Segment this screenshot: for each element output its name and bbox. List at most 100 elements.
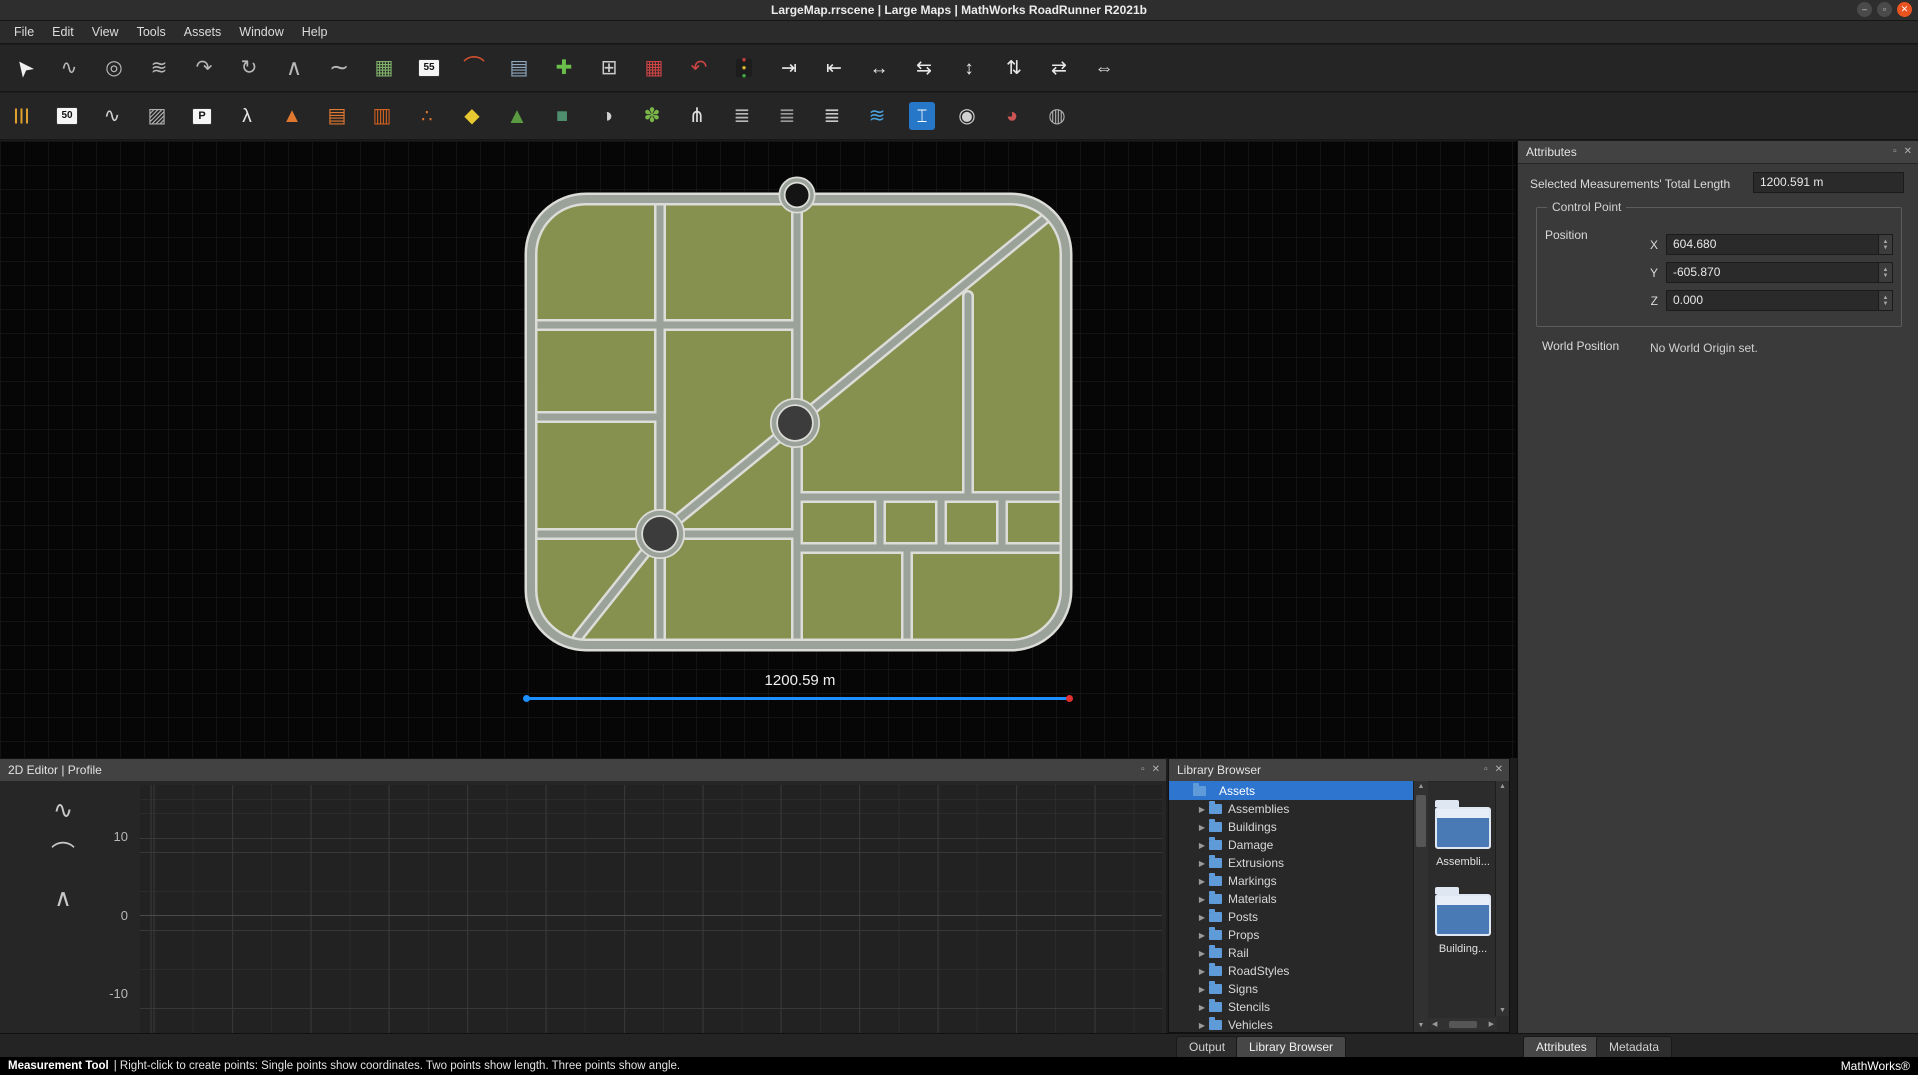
tree-item-extrusions[interactable]: ▶ Extrusions bbox=[1169, 854, 1413, 872]
traffic-cone-prop-icon[interactable]: ▲ bbox=[275, 99, 309, 133]
float-panel-icon[interactable]: ▫ bbox=[1484, 759, 1488, 781]
expander-icon[interactable]: ▶ bbox=[1195, 949, 1209, 958]
menu-window[interactable]: Window bbox=[230, 21, 292, 44]
scroll-left-icon[interactable]: ◀ bbox=[1432, 1020, 1437, 1028]
junction-carve-tool-icon[interactable]: ↶ bbox=[682, 51, 716, 85]
lighting-tool-icon[interactable]: ◑ bbox=[590, 99, 624, 133]
expander-icon[interactable]: ▶ bbox=[1195, 985, 1209, 994]
vegetation-tool-icon[interactable]: ✽ bbox=[635, 99, 669, 133]
thumbnails-horizontal-scrollbar[interactable]: ◀ ▶ bbox=[1429, 1018, 1497, 1030]
junction-select-tool-icon[interactable]: ⊞ bbox=[592, 51, 626, 85]
barrier-prop-icon[interactable]: ▤ bbox=[320, 99, 354, 133]
lane-split-tool-icon[interactable]: ⇅ bbox=[997, 51, 1031, 85]
tree-item-materials[interactable]: ▶ Materials bbox=[1169, 890, 1413, 908]
total-length-input[interactable]: 1200.591 m bbox=[1753, 172, 1904, 193]
spinner-control[interactable]: ▲ ▼ bbox=[1878, 235, 1892, 254]
scrollbar-thumb[interactable] bbox=[1416, 795, 1426, 847]
tab-attributes[interactable]: Attributes bbox=[1523, 1036, 1600, 1058]
surface-layer-icon[interactable]: ≣ bbox=[815, 99, 849, 133]
overlap-layer-icon[interactable]: ≣ bbox=[770, 99, 804, 133]
lane-remove-tool-icon[interactable]: ⇤ bbox=[817, 51, 851, 85]
warning-sign-prop-icon[interactable]: ◆ bbox=[455, 99, 489, 133]
measurement-start-point[interactable] bbox=[523, 695, 530, 702]
speed-limit-55-sign-icon[interactable]: 55 bbox=[412, 51, 446, 85]
speed-limit-50-sign-icon[interactable]: 50 bbox=[50, 99, 84, 133]
spin-down-icon[interactable]: ▼ bbox=[1883, 301, 1889, 307]
expander-icon[interactable]: ▶ bbox=[1195, 841, 1209, 850]
thumbnails-vertical-scrollbar[interactable]: ▲ ▼ bbox=[1495, 781, 1509, 1016]
tree-item-markings[interactable]: ▶ Markings bbox=[1169, 872, 1413, 890]
tree-vertical-scrollbar[interactable]: ▲ ▼ bbox=[1413, 781, 1428, 1032]
crosswalk-person-tool-icon[interactable]: λ bbox=[230, 99, 264, 133]
position-x-field[interactable]: 604.680 ▲ ▼ bbox=[1666, 234, 1893, 255]
menu-view[interactable]: View bbox=[83, 21, 128, 44]
tree-item-assemblies[interactable]: ▶ Assemblies bbox=[1169, 800, 1413, 818]
signal-tool-icon[interactable]: ● bbox=[727, 51, 761, 85]
lane-width-tool-icon[interactable]: ↔ bbox=[862, 51, 896, 85]
spin-down-icon[interactable]: ▼ bbox=[1883, 273, 1889, 279]
profile-plot-area[interactable] bbox=[140, 785, 1162, 1033]
tree-item-stencils[interactable]: ▶ Stencils bbox=[1169, 998, 1413, 1016]
menu-file[interactable]: File bbox=[5, 21, 43, 44]
tree-item-buildings[interactable]: ▶ Buildings bbox=[1169, 818, 1413, 836]
scene-export-icon[interactable]: ◍ bbox=[1040, 99, 1074, 133]
material-tool-icon[interactable]: ■ bbox=[545, 99, 579, 133]
close-panel-icon[interactable]: ✕ bbox=[1152, 759, 1160, 781]
float-panel-icon[interactable]: ▫ bbox=[1893, 141, 1897, 163]
menu-help[interactable]: Help bbox=[293, 21, 337, 44]
expander-icon[interactable]: ▶ bbox=[1195, 1003, 1209, 1012]
parking-tool-icon[interactable]: P bbox=[185, 99, 219, 133]
float-panel-icon[interactable]: ▫ bbox=[1141, 759, 1145, 781]
spin-down-icon[interactable]: ▼ bbox=[1883, 245, 1889, 251]
tab-output[interactable]: Output bbox=[1176, 1036, 1238, 1058]
scroll-up-icon[interactable]: ▲ bbox=[1496, 781, 1509, 792]
lane-heal-tool-icon[interactable]: ⇔ bbox=[1087, 51, 1121, 85]
tree-item-vehicles[interactable]: ▶ Vehicles bbox=[1169, 1016, 1413, 1032]
lane-add-tool-icon[interactable]: ⇥ bbox=[772, 51, 806, 85]
scrollbar-thumb[interactable] bbox=[1449, 1021, 1477, 1028]
tree-item-posts[interactable]: ▶ Posts bbox=[1169, 908, 1413, 926]
grade-tool-icon[interactable]: ∼ bbox=[322, 51, 356, 85]
dock-grip-icon[interactable]: ||| bbox=[5, 99, 39, 133]
junction-surface-tool-icon[interactable]: ✚ bbox=[547, 51, 581, 85]
scroll-right-icon[interactable]: ▶ bbox=[1489, 1020, 1494, 1028]
road-plan-tool-icon[interactable]: ∿ bbox=[52, 51, 86, 85]
lane-offset-tool-icon[interactable]: ⇆ bbox=[907, 51, 941, 85]
scroll-down-icon[interactable]: ▼ bbox=[1496, 1005, 1509, 1016]
scene-viewport[interactable]: 1200.59 m bbox=[0, 141, 1517, 758]
measurement-end-point[interactable] bbox=[1066, 695, 1073, 702]
water-tool-icon[interactable]: ≋ bbox=[860, 99, 894, 133]
scroll-up-icon[interactable]: ▲ bbox=[1414, 781, 1428, 793]
expander-icon[interactable]: ▶ bbox=[1195, 931, 1209, 940]
expander-icon[interactable]: ▶ bbox=[1195, 877, 1209, 886]
expander-icon[interactable]: ▶ bbox=[1195, 967, 1209, 976]
measurement-tool-icon[interactable]: ⌶ bbox=[905, 99, 939, 133]
profile-spline-tool-icon[interactable]: ∿ bbox=[48, 799, 78, 823]
position-y-field[interactable]: -605.870 ▲ ▼ bbox=[1666, 262, 1893, 283]
tree-item-roadstyles[interactable]: ▶ RoadStyles bbox=[1169, 962, 1413, 980]
thumbnail-assemblies[interactable]: Assembli... bbox=[1435, 797, 1491, 868]
custom-junction-tool-icon[interactable]: ▦ bbox=[637, 51, 671, 85]
lane-curve-tool-icon[interactable]: ↷ bbox=[187, 51, 221, 85]
expander-icon[interactable]: ▶ bbox=[1195, 805, 1209, 814]
tree-item-assets[interactable]: Assets bbox=[1169, 781, 1413, 800]
region-hatch-tool-icon[interactable]: ▨ bbox=[140, 99, 174, 133]
expander-icon[interactable]: ▶ bbox=[1195, 859, 1209, 868]
tree-item-rail[interactable]: ▶ Rail bbox=[1169, 944, 1413, 962]
tree-item-props[interactable]: ▶ Props bbox=[1169, 926, 1413, 944]
tree-item-damage[interactable]: ▶ Damage bbox=[1169, 836, 1413, 854]
menu-tools[interactable]: Tools bbox=[128, 21, 175, 44]
lane-loop-tool-icon[interactable]: ↻ bbox=[232, 51, 266, 85]
select-tool-icon[interactable]: ➤ bbox=[7, 51, 41, 85]
expander-icon[interactable]: ▶ bbox=[1195, 823, 1209, 832]
spinner-control[interactable]: ▲ ▼ bbox=[1878, 263, 1892, 282]
lane-marking-tool-icon[interactable]: ≋ bbox=[142, 51, 176, 85]
close-panel-icon[interactable]: ✕ bbox=[1904, 141, 1912, 163]
cone-group-prop-icon[interactable]: ∴ bbox=[410, 99, 444, 133]
camera-tool-icon[interactable]: ◉ bbox=[950, 99, 984, 133]
minimize-button[interactable]: – bbox=[1857, 2, 1872, 17]
profile-corner-tool-icon[interactable]: ∧ bbox=[48, 887, 78, 911]
expander-icon[interactable]: ▶ bbox=[1195, 913, 1209, 922]
tab-library-browser[interactable]: Library Browser bbox=[1236, 1036, 1346, 1058]
terrain-tool-icon[interactable]: ▲ bbox=[500, 99, 534, 133]
